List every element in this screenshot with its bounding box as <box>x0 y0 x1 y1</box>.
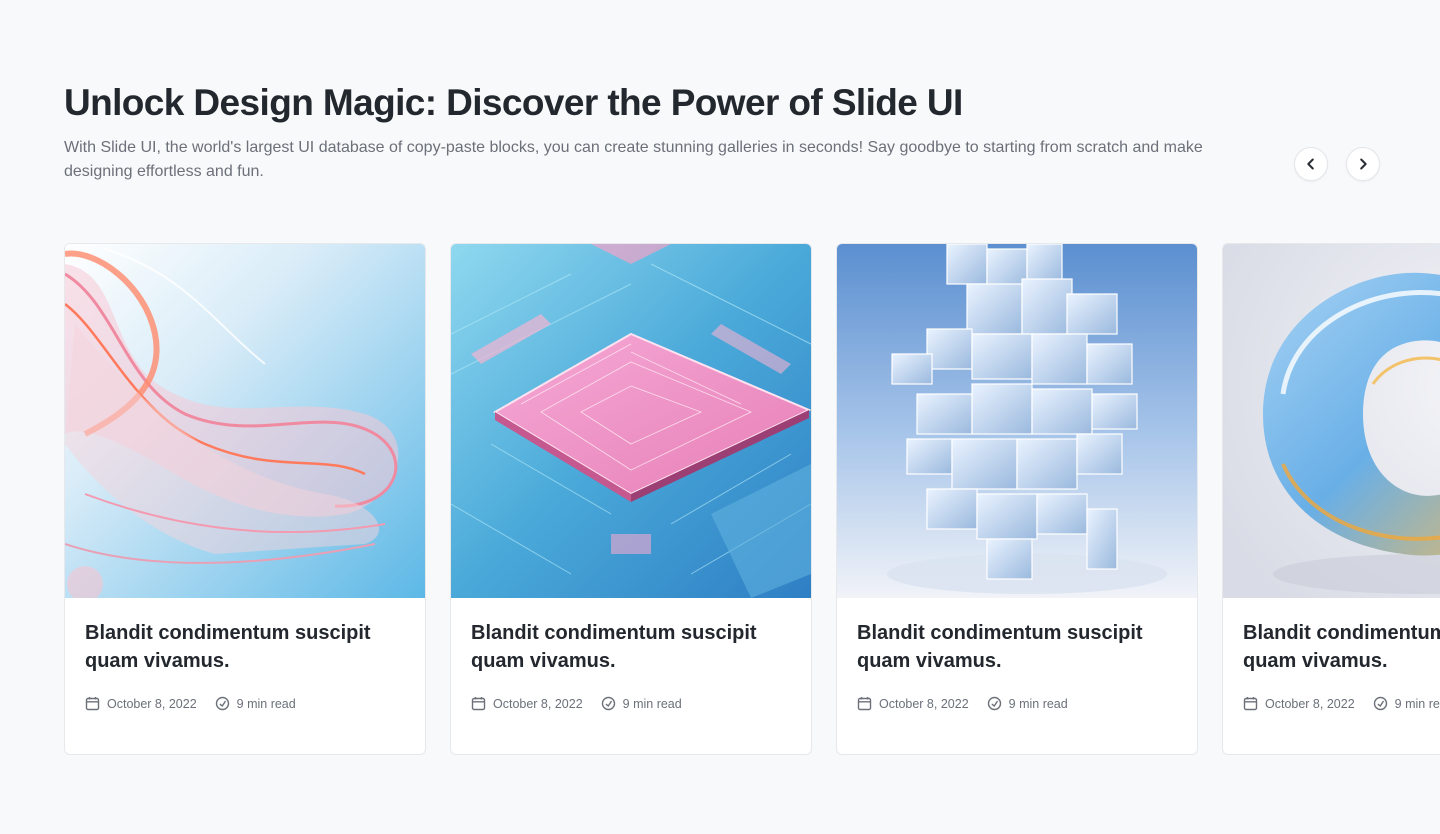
card-date: October 8, 2022 <box>493 696 583 711</box>
card-read-time: 9 min rea <box>1394 696 1440 711</box>
article-card[interactable]: Blandit condimentum suscipit quam vivamu… <box>450 243 812 755</box>
card-read-time: 9 min read <box>236 696 296 711</box>
calendar-icon <box>857 697 872 711</box>
calendar-icon <box>1243 697 1258 711</box>
card-meta: October 8, 2022 9 min read <box>85 696 405 711</box>
card-title[interactable]: Blandit condimentum suscipit quam vivamu… <box>85 619 415 675</box>
card-meta: October 8, 2022 9 min rea <box>1243 696 1440 711</box>
chevron-left-icon <box>1307 158 1314 170</box>
glass-ring-image[interactable] <box>1223 244 1440 598</box>
card-read-time: 9 min read <box>1008 696 1068 711</box>
card-date: October 8, 2022 <box>1265 696 1355 711</box>
card-date: October 8, 2022 <box>107 696 197 711</box>
clock-icon <box>1373 696 1387 711</box>
page-subtitle: With Slide UI, the world's largest UI da… <box>64 139 1203 180</box>
glass-waves-image[interactable] <box>65 244 425 598</box>
glass-chip-image[interactable] <box>451 244 811 598</box>
calendar-icon <box>85 697 100 711</box>
calendar-icon <box>471 697 486 711</box>
card-title[interactable]: Blandit condimentum suscipit quam vivamu… <box>857 619 1187 675</box>
carousel-track: Blandit condimentum suscipit quam vivamu… <box>64 243 1440 755</box>
card-read-time: 9 min read <box>622 696 682 711</box>
article-card[interactable]: Blandit condimentum suscipit quam vivamu… <box>64 243 426 755</box>
carousel-nav <box>1294 147 1380 181</box>
card-title[interactable]: Blandit condimentum suscipit quam vivamu… <box>471 619 801 675</box>
clock-icon <box>601 696 615 711</box>
article-card[interactable]: Blandit condimentum suscipit quam vivamu… <box>836 243 1198 755</box>
glass-cubes-image[interactable] <box>837 244 1197 598</box>
article-card[interactable]: Blandit condimentum suscipit quam vivamu… <box>1222 243 1440 755</box>
card-list: Blandit condimentum suscipit quam vivamu… <box>64 243 1440 755</box>
chevron-right-icon <box>1360 158 1367 170</box>
clock-icon <box>215 696 229 711</box>
card-meta: October 8, 2022 9 min read <box>471 696 791 711</box>
next-button[interactable] <box>1346 147 1380 181</box>
prev-button[interactable] <box>1294 147 1328 181</box>
clock-icon <box>987 696 1001 711</box>
card-title[interactable]: Blandit condimentum suscipit quam vivamu… <box>1243 619 1440 675</box>
section-header: Unlock Design Magic: Discover the Power … <box>64 82 1224 184</box>
card-meta: October 8, 2022 9 min read <box>857 696 1177 711</box>
card-date: October 8, 2022 <box>879 696 969 711</box>
page-title: Unlock Design Magic: Discover the Power … <box>64 82 963 123</box>
